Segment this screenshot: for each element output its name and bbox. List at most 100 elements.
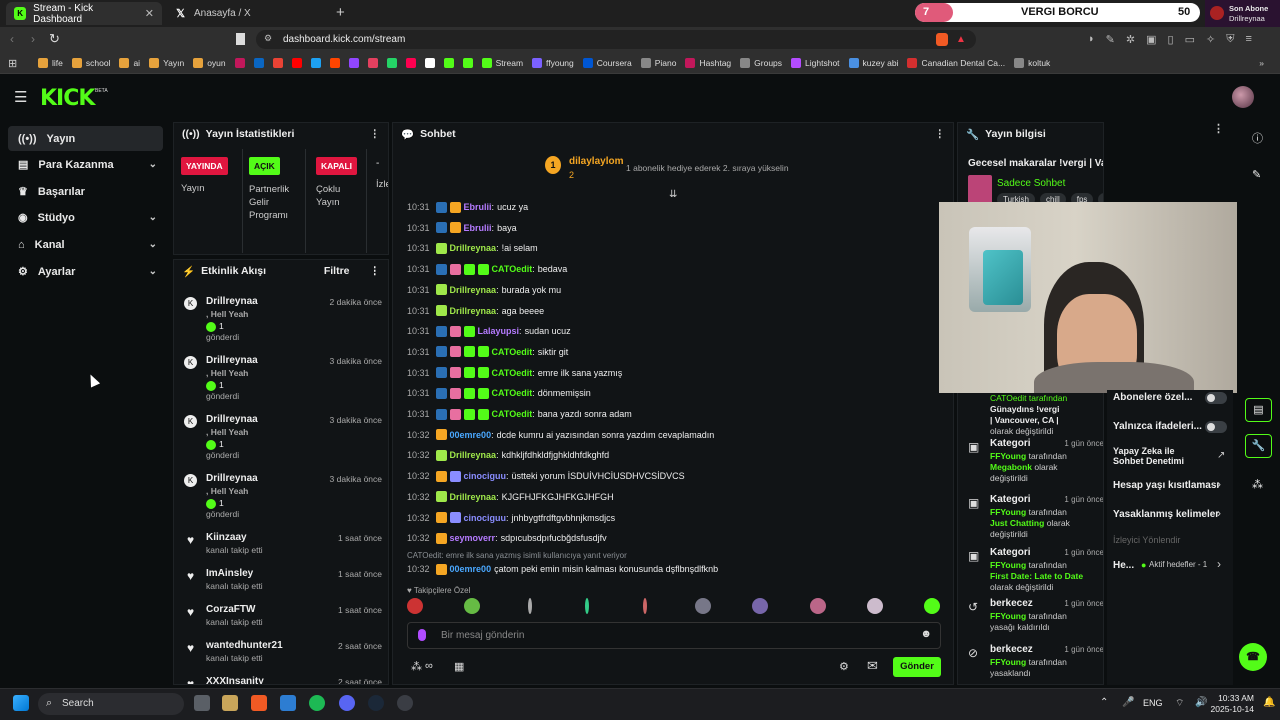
sidebar-item-para-kazanma[interactable]: ▤ Para Kazanma ⌄ — [8, 152, 163, 177]
layout-toggle-icon[interactable]: ▤ — [1245, 398, 1272, 422]
chevron-right-icon[interactable]: › — [1217, 506, 1221, 520]
tab-icon[interactable]: ▣ — [1146, 33, 1156, 46]
bookmark-item[interactable]: oyun — [193, 57, 226, 68]
message-user[interactable]: Drillreynaa — [450, 492, 497, 502]
message-user[interactable]: 00emre00 — [450, 430, 492, 440]
more-menu-icon[interactable]: ⋮ — [1213, 122, 1224, 142]
bookmark-item[interactable]: kuzey abi — [848, 57, 898, 68]
message-user[interactable]: Drillreynaa — [450, 306, 497, 316]
avatar[interactable] — [1232, 86, 1254, 108]
windows-start-icon[interactable] — [13, 695, 29, 711]
store-icon[interactable]: ▦ — [454, 660, 464, 673]
spotify-icon[interactable] — [309, 695, 325, 711]
emote-icon[interactable] — [867, 598, 883, 614]
more-menu-icon[interactable]: ⋮ — [370, 265, 381, 277]
file-explorer-icon[interactable] — [222, 695, 238, 711]
edit-icon[interactable]: ✎ — [1252, 168, 1261, 181]
info-icon[interactable]: ⓘ — [1252, 130, 1263, 146]
activity-user[interactable]: Drillreynaa — [206, 296, 258, 307]
collapse-icon[interactable]: ⇊ — [669, 189, 677, 200]
history-user[interactable]: FFYoung — [990, 560, 1026, 570]
sidebar-item-kanal[interactable]: ⌂ Kanal ⌄ — [8, 232, 163, 257]
message-user[interactable]: seymoverr — [450, 533, 496, 543]
history-value[interactable]: Megabonk — [990, 462, 1032, 472]
history-value[interactable]: Just Chatting — [990, 518, 1044, 528]
wifi-icon[interactable]: ⌔ — [1175, 697, 1184, 710]
activity-user[interactable]: Drillreynaa — [206, 355, 258, 366]
chevron-right-icon[interactable]: › — [1217, 477, 1221, 491]
message-user[interactable]: CATOedit — [492, 347, 533, 357]
emote-icon[interactable] — [810, 598, 826, 614]
message-user[interactable]: Drillreynaa — [450, 285, 497, 295]
apps-grid-icon[interactable]: ⊞ — [8, 57, 17, 70]
message-user[interactable]: 00emre00 — [450, 564, 492, 574]
bookmark-item[interactable] — [424, 57, 435, 68]
bookmark-item[interactable]: life — [38, 57, 63, 68]
close-tab-icon[interactable]: ✕ — [145, 7, 154, 20]
emote-icon[interactable] — [752, 598, 768, 614]
obs-icon[interactable] — [397, 695, 413, 711]
volume-icon[interactable]: 🔊 — [1195, 697, 1207, 708]
bookmark-item[interactable] — [462, 57, 473, 68]
activity-user[interactable]: CorzaFTW — [206, 604, 255, 615]
sidebar-icon[interactable]: ▯ — [1168, 33, 1174, 46]
chat-bubble-icon[interactable]: ✉ — [867, 658, 878, 674]
taskbar-search[interactable]: ⌕ Search — [38, 693, 184, 715]
clock[interactable]: 10:33 AM 2025-10-14 — [1210, 693, 1254, 715]
sidebar-item-yayin[interactable]: ((•)) Yayın — [8, 126, 163, 151]
tab-kick-dashboard[interactable]: K Stream - Kick Dashboard ✕ — [6, 2, 162, 25]
emote-icon[interactable] — [924, 598, 940, 614]
bookmark-item[interactable]: Groups — [740, 57, 782, 68]
ai-moderation-label[interactable]: Yapay Zeka ile Sohbet Denetimi — [1113, 446, 1198, 466]
message-user[interactable]: CATOedit — [492, 409, 533, 419]
bookmarks-overflow-icon[interactable]: » — [1259, 58, 1264, 68]
hamburger-menu-icon[interactable]: ☰ — [14, 88, 27, 106]
tools-toggle-icon[interactable]: 🔧 — [1245, 434, 1272, 458]
discord-icon[interactable] — [339, 695, 355, 711]
steam-icon[interactable] — [368, 695, 384, 711]
external-link-icon[interactable]: ↗ — [1217, 450, 1225, 461]
settings-gear-icon[interactable]: ⚙ — [839, 660, 849, 673]
more-menu-icon[interactable]: ⋮ — [370, 128, 381, 140]
history-user[interactable]: FFYoung — [990, 657, 1026, 667]
hosting-label[interactable]: He... — [1113, 560, 1134, 571]
bookmark-item[interactable] — [310, 57, 321, 68]
bookmark-item[interactable]: koltuk — [1014, 57, 1050, 68]
pinned-user[interactable]: dilaylaylom — [569, 156, 623, 167]
bookmark-item[interactable]: Coursera — [582, 57, 632, 68]
bookmark-item[interactable] — [348, 57, 359, 68]
extensions-icon[interactable]: ✲ — [1126, 33, 1135, 46]
ai-icon[interactable]: ✧ — [1206, 33, 1215, 46]
message-user[interactable]: CATOedit — [492, 368, 533, 378]
bookmark-item[interactable] — [386, 57, 397, 68]
bookmark-item[interactable]: Lightshot — [791, 57, 840, 68]
sidebar-item-basarilar[interactable]: ♛ Başarılar — [8, 179, 163, 204]
sidebar-item-ayarlar[interactable]: ⚙ Ayarlar ⌄ — [8, 259, 163, 284]
message-user[interactable]: cinociguu — [464, 471, 507, 481]
history-user[interactable]: FFYoung — [990, 507, 1026, 517]
points-icon[interactable]: ⁂ — [411, 660, 422, 673]
help-icon[interactable]: ☎ — [1239, 643, 1267, 671]
bookmark-item[interactable]: Piano — [640, 57, 676, 68]
activity-user[interactable]: ImAinsley — [206, 568, 253, 579]
chevron-right-icon[interactable]: › — [1217, 557, 1221, 571]
chat-input[interactable]: Bir mesaj gönderin ☻ — [407, 622, 941, 649]
bookmark-item[interactable] — [234, 57, 245, 68]
task-view-icon[interactable] — [194, 695, 210, 711]
category-name[interactable]: Sadece Sohbet — [997, 178, 1065, 189]
new-tab-button[interactable]: + — [336, 4, 345, 21]
activity-user[interactable]: Kiinzaay — [206, 532, 247, 543]
more-menu-icon[interactable]: ⋮ — [935, 128, 946, 140]
message-user[interactable]: Drillreynaa — [450, 450, 497, 460]
photos-icon[interactable] — [280, 695, 296, 711]
pen-icon[interactable]: ✎ — [1106, 33, 1115, 46]
emoji-icon[interactable]: ☻ — [920, 628, 932, 640]
banned-words-label[interactable]: Yasaklanmış kelimeler — [1113, 509, 1219, 520]
bookmark-item[interactable]: school — [71, 57, 110, 68]
activity-user[interactable]: Drillreynaa — [206, 473, 258, 484]
url-field[interactable]: ⚙ dashboard.kick.com/stream ▲ — [256, 30, 976, 49]
message-user[interactable]: CATOedit — [492, 264, 533, 274]
emote-icon[interactable] — [643, 598, 647, 614]
sub-only-toggle[interactable] — [1205, 392, 1227, 404]
activity-user[interactable]: XXXInsanity — [206, 676, 264, 684]
